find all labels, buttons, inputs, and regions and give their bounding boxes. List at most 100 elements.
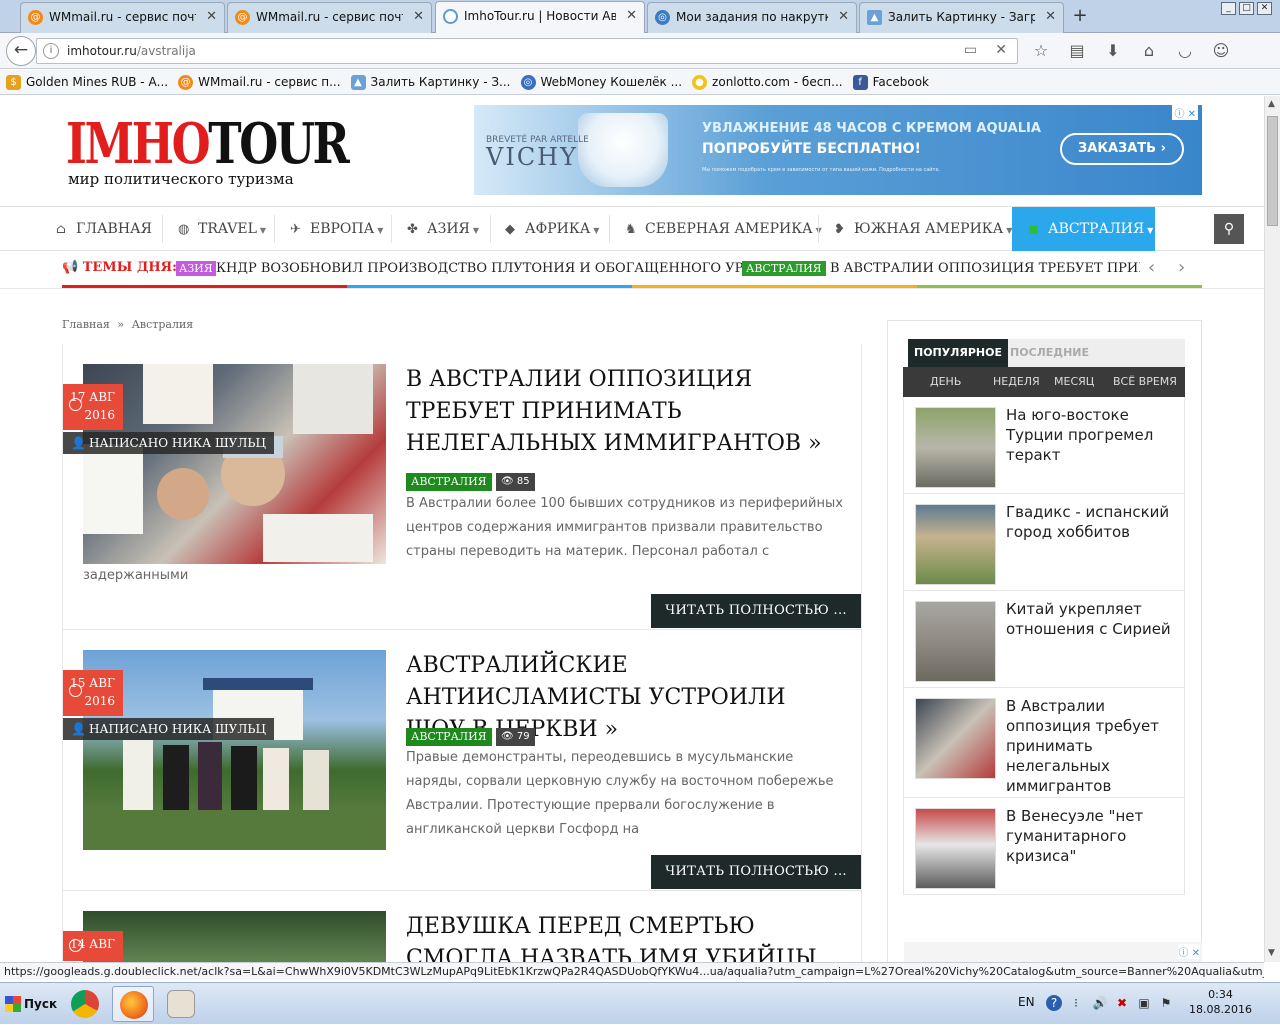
- nav-item-travel[interactable]: ◍ TRAVEL ▼: [178, 207, 266, 251]
- taskbar-firefox[interactable]: [112, 986, 154, 1022]
- clock[interactable]: 0:34 18.08.2016: [1189, 987, 1252, 1017]
- nav-item-africa[interactable]: ◆ АФРИКА ▼: [505, 207, 599, 251]
- tab-wmmail-2[interactable]: @ WMmail.ru - сервис почтовы... ✕: [227, 2, 432, 33]
- read-more-button[interactable]: ЧИТАТЬ ПОЛНОСТЬЮ ...: [651, 594, 861, 628]
- bookmark-wmmail[interactable]: @ WMmail.ru - сервис п...: [178, 74, 341, 90]
- popular-title[interactable]: В Австралии оппозиция требует принимать …: [1006, 696, 1181, 796]
- ticker-category[interactable]: АЗИЯ: [176, 261, 216, 276]
- bookmark-zonlotto[interactable]: ● zonlotto.com - бесп...: [692, 74, 843, 90]
- ticker-next-icon[interactable]: ›: [1178, 257, 1185, 278]
- taskbar-chrome[interactable]: [64, 986, 106, 1022]
- tab-popular[interactable]: ПОПУЛЯРНОЕ: [908, 339, 1008, 367]
- tray-chevron-icon[interactable]: ⁝: [1068, 995, 1084, 1011]
- site-logo[interactable]: IMHOTOUR мир политического туризма: [66, 116, 418, 188]
- article-thumbnail[interactable]: [83, 911, 386, 962]
- close-icon[interactable]: ✕: [206, 3, 217, 31]
- article-category[interactable]: АВСТРАЛИЯ: [406, 473, 492, 491]
- period-month[interactable]: МЕСЯЦ: [1054, 367, 1094, 397]
- reader-view-icon[interactable]: ▭: [964, 42, 977, 58]
- bookmark-star-icon[interactable]: ☆: [1030, 40, 1052, 62]
- tab-imhotour[interactable]: ImhoTour.ru | Новости Авст... ✕: [435, 1, 645, 34]
- facebook-icon: f: [852, 74, 868, 90]
- ticker-item[interactable]: КНДР ВОЗОБНОВИЛ ПРОИЗВОДСТВО ПЛУТОНИЯ И …: [216, 261, 774, 276]
- network-icon[interactable]: ✖: [1114, 995, 1130, 1011]
- nav-item-south-america[interactable]: ❥ ЮЖНАЯ АМЕРИКА ▼: [834, 207, 1012, 251]
- nav-item-australia[interactable]: ◼ АВСТРАЛИЯ ▼: [1028, 207, 1153, 251]
- tab-image-host[interactable]: ▲ Залить Картинку - Загрузи... ✕: [859, 2, 1064, 33]
- back-button[interactable]: ←: [6, 36, 36, 66]
- adchoices-icon[interactable]: ⓘ ✕: [1172, 105, 1198, 120]
- popular-title[interactable]: Китай укрепляет отношения с Сирией: [1006, 599, 1181, 639]
- bookmark-webmoney[interactable]: ◎ WebMoney Кошелёк ...: [520, 74, 682, 90]
- address-bar[interactable]: i imhotour.ru/avstralija ▭ ✕: [36, 38, 1018, 64]
- popular-title[interactable]: На юго-востоке Турции прогремел теракт: [1006, 405, 1181, 465]
- nav-item-europe[interactable]: ✈ ЕВРОПА ▼: [290, 207, 383, 251]
- article-author[interactable]: 👤 НАПИСАНО НИКА ШУЛЬЦ: [63, 718, 274, 740]
- close-window-button[interactable]: ✕: [1257, 2, 1272, 15]
- popular-item[interactable]: В Австралии оппозиция требует принимать …: [903, 688, 1185, 798]
- article-thumbnail[interactable]: [83, 364, 386, 564]
- bookmark-golden-mines[interactable]: $ Golden Mines RUB - А...: [6, 74, 168, 90]
- article-title[interactable]: ДЕВУШКА ПЕРЕД СМЕРТЬЮ СМОГЛА НАЗВАТЬ ИМЯ…: [406, 911, 846, 962]
- volume-icon[interactable]: 🔊: [1092, 995, 1108, 1011]
- nav-item-asia[interactable]: ✤ АЗИЯ ▼: [407, 207, 479, 251]
- download-icon[interactable]: ⬇: [1102, 40, 1124, 62]
- stop-icon[interactable]: ✕: [995, 42, 1007, 58]
- period-all-time[interactable]: ВСЁ ВРЕМЯ: [1113, 367, 1177, 397]
- breadcrumb-home[interactable]: Главная: [62, 318, 110, 331]
- article-excerpt: Правые демонстранты, переодевшись в мусу…: [406, 750, 834, 837]
- close-icon[interactable]: ✕: [626, 2, 637, 30]
- popular-item[interactable]: Гвадикс - испанский город хоббитов: [903, 494, 1185, 591]
- scrollbar-thumb[interactable]: [1267, 116, 1278, 226]
- nav-item-home[interactable]: ⌂ ГЛАВНАЯ: [56, 207, 152, 251]
- ticker-prev-icon[interactable]: ‹: [1148, 257, 1155, 278]
- taskbar-paint[interactable]: [160, 986, 202, 1022]
- tab-latest[interactable]: ПОСЛЕДНИЕ: [1010, 339, 1089, 367]
- bookmark-image-host[interactable]: ▲ Залить Картинку - З...: [350, 74, 511, 90]
- nav-item-north-america[interactable]: ♞СЕВЕРНАЯ АМЕРИКА▼: [625, 207, 822, 251]
- tab-wmmail-1[interactable]: @ WMmail.ru - сервис почтовы... ✕: [20, 2, 225, 33]
- top-banner-ad[interactable]: BREVETÉ PAR ARTELLE VICHY УВЛАЖНЕНИЕ 48 …: [474, 105, 1202, 195]
- sidebar-ad[interactable]: ⓘ ✕: [904, 942, 1202, 962]
- period-week[interactable]: НЕДЕЛЯ: [993, 367, 1040, 397]
- chat-icon[interactable]: ☺: [1210, 40, 1232, 62]
- ticker-item[interactable]: В АВСТРАЛИИ ОППОЗИЦИЯ ТРЕБУЕТ ПРИНИМАТЬ …: [830, 261, 1140, 276]
- url-text[interactable]: imhotour.ru/avstralija: [67, 44, 196, 58]
- vertical-scrollbar[interactable]: ▲ ▼: [1264, 96, 1280, 962]
- article-title[interactable]: В АВСТРАЛИИ ОППОЗИЦИЯ ТРЕБУЕТ ПРИНИМАТЬ …: [406, 364, 846, 460]
- info-icon[interactable]: i: [43, 43, 59, 59]
- close-icon[interactable]: ✕: [838, 3, 849, 31]
- new-tab-button[interactable]: +: [1068, 5, 1092, 26]
- read-more-button[interactable]: ЧИТАТЬ ПОЛНОСТЬЮ ...: [651, 855, 861, 889]
- adchoices-icon[interactable]: ⓘ ✕: [1178, 944, 1200, 959]
- start-button[interactable]: Пуск: [2, 991, 63, 1017]
- tab-tasks[interactable]: ◎ Мои задания по накрутке ✕: [647, 2, 857, 33]
- close-icon[interactable]: ✕: [1045, 3, 1056, 31]
- search-icon: ⚲: [1223, 221, 1235, 237]
- period-day[interactable]: ДЕНЬ: [930, 367, 961, 397]
- popular-item[interactable]: На юго-востоке Турции прогремел теракт: [903, 397, 1185, 494]
- close-icon[interactable]: ✕: [413, 3, 424, 31]
- maximize-button[interactable]: □: [1239, 2, 1254, 15]
- language-indicator[interactable]: EN: [1018, 995, 1035, 1009]
- article-category[interactable]: АВСТРАЛИЯ: [406, 728, 492, 746]
- bookmarks-list-icon[interactable]: ▤: [1066, 40, 1088, 62]
- popular-item[interactable]: Китай укрепляет отношения с Сирией: [903, 591, 1185, 688]
- ticker-category[interactable]: АВСТРАЛИЯ: [742, 261, 826, 276]
- action-center-icon[interactable]: ⚑: [1158, 995, 1174, 1011]
- search-button[interactable]: ⚲: [1214, 214, 1244, 244]
- home-icon[interactable]: ⌂: [1138, 40, 1160, 62]
- scroll-up-icon[interactable]: ▲: [1268, 99, 1275, 109]
- article-author[interactable]: 👤 НАПИСАНО НИКА ШУЛЬЦ: [63, 432, 274, 454]
- pocket-icon[interactable]: ◡: [1174, 40, 1196, 62]
- popular-title[interactable]: Гвадикс - испанский город хоббитов: [1006, 502, 1181, 542]
- popular-title[interactable]: В Венесуэле "нет гуманитарного кризиса": [1006, 806, 1181, 866]
- article-thumbnail[interactable]: [83, 650, 386, 850]
- scroll-down-icon[interactable]: ▼: [1268, 948, 1275, 958]
- minimize-button[interactable]: _: [1221, 2, 1236, 15]
- popular-item[interactable]: В Венесуэле "нет гуманитарного кризиса": [903, 798, 1185, 895]
- bookmark-facebook[interactable]: f Facebook: [852, 74, 929, 90]
- help-icon[interactable]: ?: [1046, 995, 1062, 1011]
- ad-order-button[interactable]: ЗАКАЗАТЬ ›: [1060, 133, 1184, 165]
- display-icon[interactable]: ▣: [1136, 995, 1152, 1011]
